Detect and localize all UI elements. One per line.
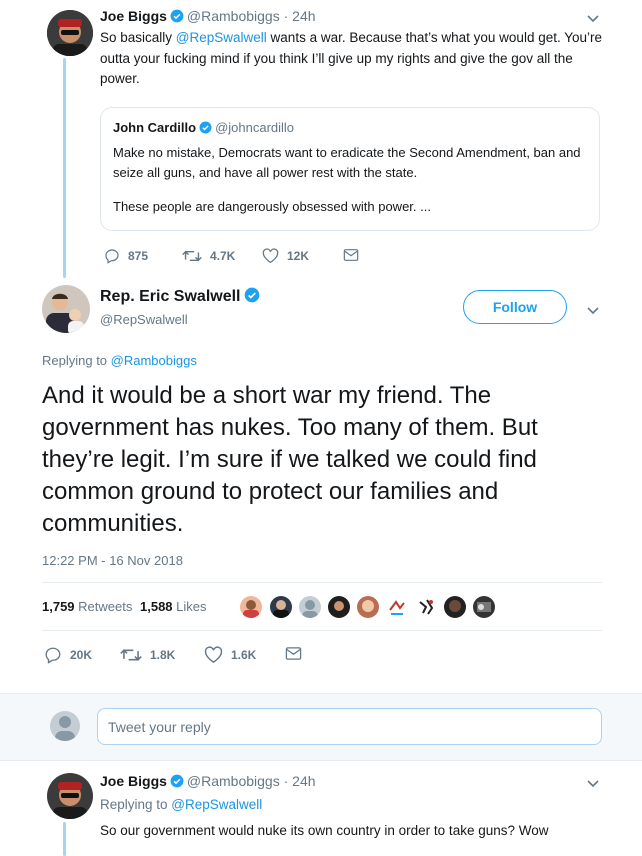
liker-avatar[interactable] — [357, 596, 379, 618]
retweet-icon — [120, 649, 142, 661]
mention-link[interactable]: @RepSwalwell — [171, 797, 262, 812]
author-handle[interactable]: @Rambobiggs — [187, 8, 280, 24]
tweet-stats: 1,759 Retweets 1,588 Likes — [42, 599, 207, 614]
chevron-down-icon[interactable] — [585, 775, 601, 791]
likes-stat[interactable]: 1,588 Likes — [140, 599, 207, 614]
avatar[interactable] — [47, 10, 93, 56]
envelope-icon — [285, 647, 302, 660]
tweet-timestamp[interactable]: 12:22 PM - 16 Nov 2018 — [42, 553, 183, 568]
reply-button[interactable]: 875 — [104, 248, 148, 264]
divider — [42, 582, 602, 583]
tweet-text: And it would be a short war my friend. T… — [42, 382, 538, 537]
mention-link[interactable]: @RepSwalwell — [176, 30, 267, 45]
follow-button[interactable]: Follow — [463, 290, 567, 324]
retweet-count: 1.8K — [150, 648, 176, 662]
verified-badge-icon — [244, 287, 260, 308]
reply-input[interactable]: Tweet your reply — [97, 708, 602, 745]
tweet-time[interactable]: · 24h — [284, 773, 316, 789]
quoted-tweet[interactable]: John Cardillo @johncardillo Make no mista… — [100, 107, 600, 231]
avatar — [50, 711, 80, 741]
liker-avatar[interactable] — [473, 596, 495, 618]
reply-icon — [45, 647, 61, 664]
tweet-header: Rep. Eric Swalwell — [100, 287, 263, 308]
replying-to: Replying to @Rambobiggs — [42, 353, 197, 368]
direct-message-button[interactable] — [285, 646, 302, 661]
like-button[interactable]: 12K — [262, 248, 309, 264]
reply-count: 875 — [128, 249, 149, 263]
quote-author-name: John Cardillo — [113, 120, 197, 135]
verified-badge-icon — [199, 121, 212, 137]
liker-avatar[interactable] — [240, 596, 262, 618]
retweet-icon — [182, 250, 202, 262]
like-count: 1.6K — [231, 648, 257, 662]
chevron-down-icon[interactable] — [585, 302, 601, 318]
tweet-text: So our government would nuke its own cou… — [100, 823, 549, 838]
author-handle[interactable]: @Rambobiggs — [187, 773, 280, 789]
chevron-down-icon[interactable] — [585, 10, 601, 26]
quote-author-handle: @johncardillo — [215, 120, 295, 135]
avatar[interactable] — [47, 773, 93, 819]
author-handle[interactable]: @RepSwalwell — [100, 312, 188, 327]
quote-text: Make no mistake, Democrats want to eradi… — [113, 145, 581, 180]
envelope-icon — [343, 249, 359, 261]
liker-avatar[interactable] — [328, 596, 350, 618]
reply-count: 20K — [70, 648, 93, 662]
quote-text-continued: These people are dangerously obsessed wi… — [113, 199, 431, 214]
direct-message-button[interactable] — [343, 248, 359, 262]
liker-avatar[interactable] — [444, 596, 466, 618]
retweets-stat[interactable]: 1,759 Retweets — [42, 599, 132, 614]
heart-icon — [204, 646, 223, 663]
author-name[interactable]: Joe Biggs — [100, 773, 167, 789]
retweet-button[interactable]: 4.7K — [182, 248, 235, 264]
verified-badge-icon — [170, 774, 184, 791]
verified-badge-icon — [170, 9, 184, 26]
reply-button[interactable]: 20K — [44, 646, 92, 664]
liker-avatar[interactable] — [386, 596, 408, 618]
tweet-text: So basically @RepSwalwell wants a war. B… — [100, 30, 603, 86]
divider — [42, 630, 602, 631]
reply-icon — [105, 249, 119, 264]
retweet-count: 4.7K — [210, 249, 236, 263]
mention-link[interactable]: @Rambobiggs — [111, 353, 197, 368]
like-button[interactable]: 1.6K — [204, 646, 256, 664]
tweet-header: Joe Biggs @Rambobiggs · 24h — [100, 8, 316, 26]
liker-avatar[interactable] — [299, 596, 321, 618]
heart-icon — [262, 248, 279, 264]
avatar[interactable] — [42, 285, 90, 333]
author-name[interactable]: Joe Biggs — [100, 8, 167, 24]
retweet-button[interactable]: 1.8K — [120, 646, 175, 664]
tweet-time[interactable]: · 24h — [284, 8, 316, 24]
liker-avatar[interactable] — [415, 596, 437, 618]
like-count: 12K — [287, 249, 310, 263]
thread-line — [63, 822, 66, 856]
thread-line — [63, 58, 66, 278]
author-name[interactable]: Rep. Eric Swalwell — [100, 288, 241, 305]
liker-avatar[interactable] — [270, 596, 292, 618]
replying-to: Replying to @RepSwalwell — [100, 797, 263, 812]
tweet-header: Joe Biggs @Rambobiggs · 24h — [100, 773, 316, 791]
